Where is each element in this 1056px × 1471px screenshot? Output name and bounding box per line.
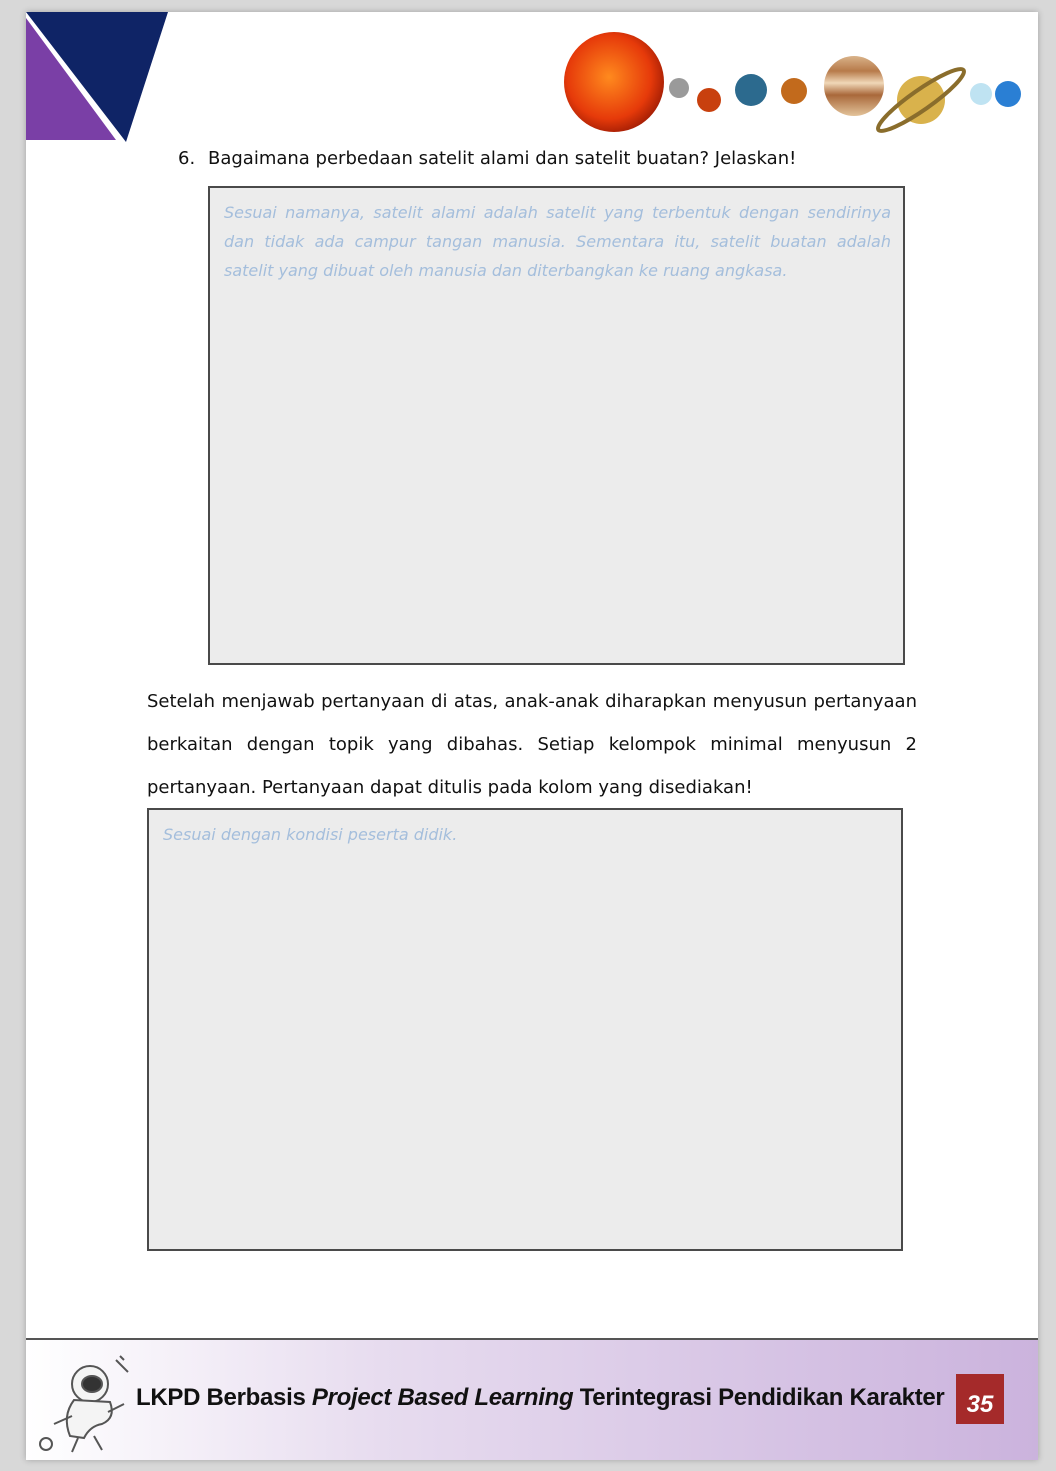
earth-icon bbox=[735, 74, 767, 106]
neptune-icon bbox=[995, 81, 1021, 107]
corner-decoration bbox=[26, 12, 168, 142]
footer-title: LKPD Berbasis Project Based Learning Ter… bbox=[136, 1384, 945, 1412]
sun-icon bbox=[564, 32, 664, 132]
page-number: 35 bbox=[956, 1374, 1004, 1424]
question-6: 6. Bagaimana perbedaan satelit alami dan … bbox=[178, 148, 796, 169]
mercury-icon bbox=[669, 78, 689, 98]
astronaut-icon bbox=[39, 1355, 129, 1453]
answer-box-question-6[interactable]: Sesuai namanya, satelit alami adalah sat… bbox=[208, 186, 905, 665]
answer-hint-text: Sesuai dengan kondisi peserta didik. bbox=[163, 825, 458, 844]
page-footer: LKPD Berbasis Project Based Learning Ter… bbox=[26, 1338, 1038, 1460]
saturn-icon bbox=[876, 67, 966, 133]
document-page: 6. Bagaimana perbedaan satelit alami dan … bbox=[26, 12, 1038, 1460]
venus-icon bbox=[697, 88, 721, 112]
footer-title-part1: LKPD Berbasis bbox=[136, 1384, 312, 1411]
question-text: Bagaimana perbedaan satelit alami dan sa… bbox=[208, 148, 797, 169]
answer-box-student-questions[interactable]: Sesuai dengan kondisi peserta didik. bbox=[147, 808, 903, 1251]
answer-hint-text: Sesuai namanya, satelit alami adalah sat… bbox=[224, 203, 891, 280]
jupiter-icon bbox=[824, 56, 884, 116]
uranus-icon bbox=[970, 83, 992, 105]
mars-icon bbox=[781, 78, 807, 104]
solar-system-illustration bbox=[564, 32, 1021, 133]
question-number: 6. bbox=[178, 148, 196, 169]
instruction-paragraph: Setelah menjawab pertanyaan di atas, ana… bbox=[147, 691, 917, 798]
footer-title-part2: Terintegrasi Pendidikan Karakter bbox=[573, 1384, 945, 1411]
footer-title-italic: Project Based Learning bbox=[311, 1384, 574, 1411]
